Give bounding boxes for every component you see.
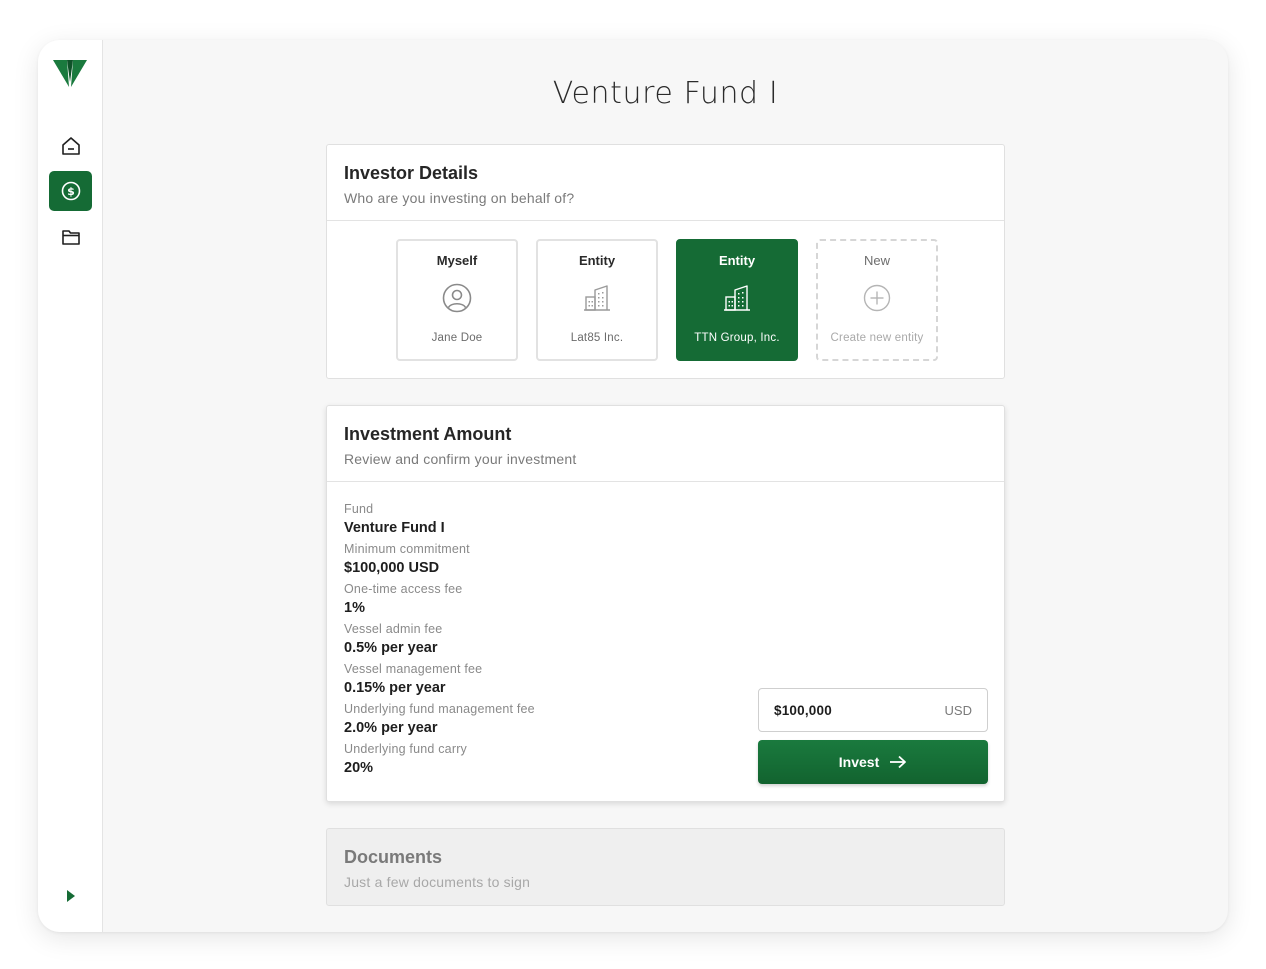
building-icon xyxy=(581,282,613,314)
option-name: Jane Doe xyxy=(431,332,483,344)
fee-label: Underlying fund carry xyxy=(344,742,468,756)
card-subtitle: Who are you investing on behalf of? xyxy=(344,190,575,206)
fee-list: Fund Venture Fund I Minimum commitment $… xyxy=(344,502,535,782)
documents-card[interactable]: Documents Just a few documents to sign xyxy=(326,828,1005,906)
fee-item-carry: Underlying fund carry 20% xyxy=(344,742,535,776)
investor-option-entity-ttn[interactable]: Entity TTN Group, Inc. xyxy=(676,239,798,361)
investor-option-new[interactable]: New Create new entity xyxy=(816,239,938,361)
fee-label: Vessel management fee xyxy=(344,662,483,676)
card-subtitle: Just a few documents to sign xyxy=(344,874,531,890)
option-label: Entity xyxy=(578,253,616,268)
card-header: Investor Details Who are you investing o… xyxy=(327,145,1004,221)
option-name: TTN Group, Inc. xyxy=(694,332,780,344)
investment-amount-card: Investment Amount Review and confirm you… xyxy=(326,405,1005,802)
app-window: $ Venture Fund I Investor Details Who ar… xyxy=(38,40,1228,932)
folder-icon xyxy=(61,230,80,245)
fee-item-access-fee: One-time access fee 1% xyxy=(344,582,535,616)
card-subtitle: Review and confirm your investment xyxy=(344,451,577,467)
fee-value: 0.15% per year xyxy=(344,680,446,696)
building-icon xyxy=(721,282,753,314)
fee-item-underlying-management-fee: Underlying fund management fee 2.0% per … xyxy=(344,702,535,736)
logo xyxy=(53,60,87,87)
user-circle-icon xyxy=(441,282,473,314)
option-label: Myself xyxy=(436,253,478,268)
caret-right-icon[interactable] xyxy=(64,888,78,904)
fee-value: Venture Fund I xyxy=(344,520,445,536)
fee-label: Fund xyxy=(344,502,374,516)
page-title: Venture Fund I xyxy=(552,76,779,111)
currency-label: USD xyxy=(944,702,972,718)
fee-label: Vessel admin fee xyxy=(344,622,443,636)
investor-option-myself[interactable]: Myself Jane Doe xyxy=(396,239,518,361)
arrow-right-icon xyxy=(890,755,907,769)
fee-value: 2.0% per year xyxy=(344,720,438,736)
home-icon xyxy=(61,137,80,155)
card-header: Investment Amount Review and confirm you… xyxy=(327,406,1004,482)
card-title: Documents xyxy=(344,847,443,867)
sidebar-item-invest[interactable]: $ xyxy=(49,171,92,211)
option-label: New xyxy=(863,253,890,268)
amount-input[interactable]: $100,000 USD xyxy=(758,688,988,732)
main-content: Venture Fund I Investor Details Who are … xyxy=(103,40,1228,932)
option-label: Entity xyxy=(718,253,756,268)
investor-option-entity-lat85[interactable]: Entity Lat85 Inc. xyxy=(536,239,658,361)
fee-item-management-fee: Vessel management fee 0.15% per year xyxy=(344,662,535,696)
option-name: Lat85 Inc. xyxy=(570,332,624,344)
card-title: Investment Amount xyxy=(344,424,512,444)
plus-circle-icon xyxy=(861,282,893,314)
option-name: Create new entity xyxy=(830,332,924,344)
invest-button-label: Invest xyxy=(838,754,880,770)
sidebar: $ xyxy=(38,40,103,932)
fee-value: 20% xyxy=(344,760,374,776)
svg-text:$: $ xyxy=(67,185,75,198)
amount-value: $100,000 xyxy=(774,702,832,718)
fee-label: Minimum commitment xyxy=(344,542,470,556)
fee-value: 0.5% per year xyxy=(344,640,438,656)
card-header: Documents Just a few documents to sign xyxy=(327,829,1004,905)
fee-label: One-time access fee xyxy=(344,582,463,596)
fee-value: 1% xyxy=(344,600,365,616)
fee-value: $100,000 USD xyxy=(344,560,440,576)
card-title: Investor Details xyxy=(344,163,479,183)
dollar-icon: $ xyxy=(61,181,80,201)
investor-options: Myself Jane Doe Entity Lat85 Inc. Entity… xyxy=(396,239,938,361)
sidebar-item-home[interactable] xyxy=(49,126,92,166)
invest-button[interactable]: Invest xyxy=(758,740,988,784)
fee-item-minimum-commitment: Minimum commitment $100,000 USD xyxy=(344,542,535,576)
fee-item-admin-fee: Vessel admin fee 0.5% per year xyxy=(344,622,535,656)
fee-item-fund: Fund Venture Fund I xyxy=(344,502,535,536)
investor-details-card: Investor Details Who are you investing o… xyxy=(326,144,1005,379)
fee-label: Underlying fund management fee xyxy=(344,702,535,716)
sidebar-item-documents[interactable] xyxy=(49,217,92,257)
